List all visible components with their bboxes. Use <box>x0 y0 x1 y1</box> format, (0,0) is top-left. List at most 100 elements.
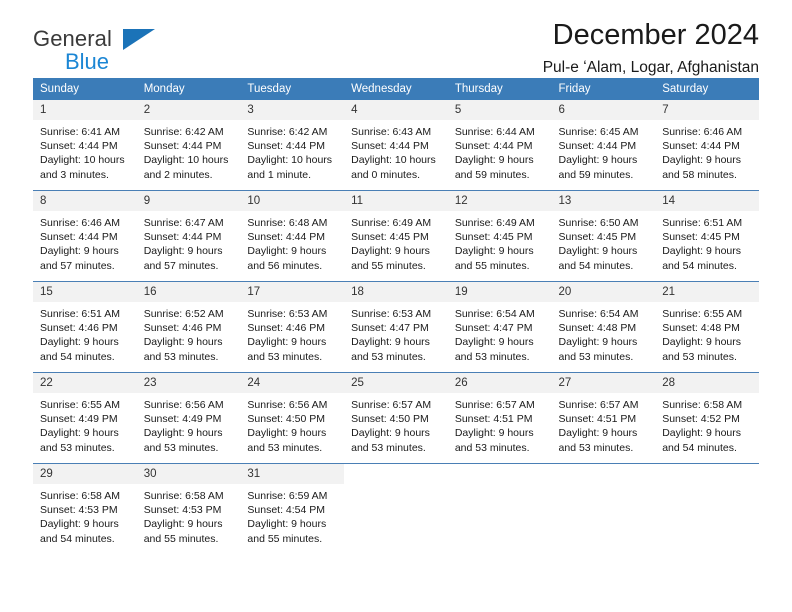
calendar-day-cell[interactable]: 18 Sunrise: 6:53 AM Sunset: 4:47 PM Dayligh… <box>344 281 448 373</box>
sunrise-text: Sunrise: 6:57 AM <box>558 399 639 411</box>
day-number: 25 <box>344 373 448 393</box>
daylight-text: Daylight: 10 hours and 1 minute. <box>247 154 333 181</box>
calendar-day-cell[interactable]: 23 Sunrise: 6:56 AM Sunset: 4:49 PM Dayligh… <box>136 372 241 464</box>
calendar-day-cell[interactable]: 10 Sunrise: 6:48 AM Sunset: 4:44 PM Dayligh… <box>240 190 345 282</box>
sunrise-text: Sunrise: 6:50 AM <box>558 217 639 229</box>
day-number: 24 <box>240 373 345 393</box>
calendar-day-cell[interactable]: 30 Sunrise: 6:58 AM Sunset: 4:53 PM Dayligh… <box>136 463 241 554</box>
calendar-day-cell[interactable]: 14 Sunrise: 6:51 AM Sunset: 4:45 PM Dayligh… <box>655 190 759 282</box>
calendar-day-cell[interactable]: 21 Sunrise: 6:55 AM Sunset: 4:48 PM Dayligh… <box>655 281 759 373</box>
calendar-day-cell[interactable]: 29 Sunrise: 6:58 AM Sunset: 4:53 PM Dayligh… <box>33 463 137 554</box>
daylight-text: Daylight: 9 hours and 53 minutes. <box>351 336 430 363</box>
day-number: 26 <box>447 373 552 393</box>
sunset-text: Sunset: 4:44 PM <box>454 140 533 153</box>
day-number: 23 <box>136 373 241 393</box>
calendar-day-cell[interactable]: 17 Sunrise: 6:53 AM Sunset: 4:46 PM Dayligh… <box>240 281 345 373</box>
calendar-day-cell[interactable]: 3 Sunrise: 6:42 AM Sunset: 4:44 PM Daylight… <box>240 100 345 191</box>
sunset-text: Sunset: 4:44 PM <box>143 231 222 244</box>
calendar-day-cell[interactable]: 25 Sunrise: 6:57 AM Sunset: 4:50 PM Dayligh… <box>344 372 448 464</box>
calendar-day-cell[interactable]: 12 Sunrise: 6:49 AM Sunset: 4:45 PM Dayligh… <box>447 190 552 282</box>
day-number <box>552 464 656 484</box>
day-number: 13 <box>551 191 656 211</box>
day-info: Sunrise: 6:58 AM Sunset: 4:52 PM Daylight:… <box>655 393 759 455</box>
day-info: Sunrise: 6:53 AM Sunset: 4:47 PM Daylight:… <box>344 302 448 364</box>
calendar-day-cell[interactable]: 13 Sunrise: 6:50 AM Sunset: 4:45 PM Dayligh… <box>551 190 656 282</box>
sunset-text: Sunset: 4:44 PM <box>558 140 637 153</box>
sunset-text: Sunset: 4:53 PM <box>143 504 222 517</box>
sunrise-text: Sunrise: 6:52 AM <box>143 308 224 320</box>
calendar-page: General Blue December 2024 Pul-e ʻAlam, … <box>0 0 792 612</box>
day-cell-inner: 12 Sunrise: 6:49 AM Sunset: 4:45 PM Dayligh… <box>447 191 552 280</box>
sunrise-text: Sunrise: 6:53 AM <box>247 308 328 320</box>
calendar-day-cell[interactable]: 26 Sunrise: 6:57 AM Sunset: 4:51 PM Dayligh… <box>447 372 552 464</box>
calendar-day-cell[interactable]: 31 Sunrise: 6:59 AM Sunset: 4:54 PM Dayligh… <box>240 463 345 554</box>
page-title: December 2024 <box>552 19 759 51</box>
day-number <box>344 464 448 484</box>
calendar-day-cell[interactable]: 11 Sunrise: 6:49 AM Sunset: 4:45 PM Dayligh… <box>344 190 448 282</box>
calendar-day-cell[interactable]: 19 Sunrise: 6:54 AM Sunset: 4:47 PM Dayligh… <box>447 281 552 373</box>
daylight-text: Daylight: 9 hours and 59 minutes. <box>454 154 534 181</box>
sunset-text: Sunset: 4:48 PM <box>558 322 637 335</box>
daylight-text: Daylight: 9 hours and 57 minutes. <box>40 245 119 272</box>
calendar-day-cell[interactable]: 28 Sunrise: 6:58 AM Sunset: 4:52 PM Dayligh… <box>655 372 759 464</box>
page-subtitle: Pul-e ʻAlam, Logar, Afghanistan <box>542 59 759 76</box>
sunset-text: Sunset: 4:46 PM <box>247 322 326 335</box>
day-info: Sunrise: 6:56 AM Sunset: 4:49 PM Daylight:… <box>137 393 241 455</box>
calendar-day-cell[interactable]: 4 Sunrise: 6:43 AM Sunset: 4:44 PM Daylight… <box>344 100 448 191</box>
day-info: Sunrise: 6:43 AM Sunset: 4:44 PM Daylight:… <box>344 120 448 182</box>
calendar-day-cell[interactable]: 6 Sunrise: 6:45 AM Sunset: 4:44 PM Daylight… <box>551 100 656 191</box>
day-number <box>655 464 759 484</box>
daylight-text: Daylight: 9 hours and 56 minutes. <box>247 245 327 272</box>
sunrise-text: Sunrise: 6:54 AM <box>558 308 639 320</box>
day-cell-inner <box>448 464 552 553</box>
day-number: 9 <box>136 191 241 211</box>
calendar-day-cell[interactable]: 2 Sunrise: 6:42 AM Sunset: 4:44 PM Daylight… <box>136 100 241 191</box>
weekday-header-thursday: Thursday <box>447 78 552 100</box>
calendar-day-cell[interactable]: 9 Sunrise: 6:47 AM Sunset: 4:44 PM Daylight… <box>136 190 241 282</box>
calendar-day-cell[interactable]: 5 Sunrise: 6:44 AM Sunset: 4:44 PM Daylight… <box>447 100 552 191</box>
calendar-day-cell[interactable]: 7 Sunrise: 6:46 AM Sunset: 4:44 PM Daylight… <box>655 100 759 191</box>
weekday-header-sunday: Sunday <box>33 78 137 100</box>
daylight-text: Daylight: 9 hours and 54 minutes. <box>662 427 742 454</box>
daylight-text: Daylight: 9 hours and 57 minutes. <box>143 245 223 272</box>
day-info: Sunrise: 6:55 AM Sunset: 4:49 PM Daylight:… <box>33 393 137 455</box>
sunset-text: Sunset: 4:44 PM <box>247 231 326 244</box>
calendar-day-cell[interactable]: 24 Sunrise: 6:56 AM Sunset: 4:50 PM Dayligh… <box>240 372 345 464</box>
calendar-day-cell[interactable]: 22 Sunrise: 6:55 AM Sunset: 4:49 PM Dayligh… <box>33 372 137 464</box>
day-number: 17 <box>240 282 345 302</box>
day-info: Sunrise: 6:48 AM Sunset: 4:44 PM Daylight:… <box>240 211 344 273</box>
day-number: 2 <box>136 100 241 120</box>
page-header: General Blue December 2024 Pul-e ʻAlam, … <box>33 0 759 78</box>
day-cell-inner <box>655 464 759 553</box>
day-info: Sunrise: 6:53 AM Sunset: 4:46 PM Daylight:… <box>240 302 344 364</box>
day-cell-inner: 13 Sunrise: 6:50 AM Sunset: 4:45 PM Dayligh… <box>551 191 656 280</box>
daylight-text: Daylight: 10 hours and 0 minutes. <box>351 154 436 181</box>
day-cell-inner: 21 Sunrise: 6:55 AM Sunset: 4:48 PM Dayligh… <box>655 282 759 371</box>
day-cell-inner: 20 Sunrise: 6:54 AM Sunset: 4:48 PM Dayligh… <box>551 282 656 371</box>
sunset-text: Sunset: 4:51 PM <box>558 413 637 426</box>
sunrise-text: Sunrise: 6:56 AM <box>247 399 328 411</box>
weekday-header-saturday: Saturday <box>655 78 759 100</box>
calendar-day-cell[interactable]: 27 Sunrise: 6:57 AM Sunset: 4:51 PM Dayligh… <box>551 372 656 464</box>
sunset-text: Sunset: 4:49 PM <box>143 413 222 426</box>
calendar-day-cell[interactable]: 15 Sunrise: 6:51 AM Sunset: 4:46 PM Dayligh… <box>33 281 137 373</box>
calendar-day-cell[interactable]: 20 Sunrise: 6:54 AM Sunset: 4:48 PM Dayligh… <box>551 281 656 373</box>
daylight-text: Daylight: 9 hours and 55 minutes. <box>247 518 327 545</box>
calendar-day-cell[interactable]: 1 Sunrise: 6:41 AM Sunset: 4:44 PM Daylight… <box>33 100 137 191</box>
title-block: December 2024 Pul-e ʻAlam, Logar, Afghan… <box>543 18 759 79</box>
calendar-day-cell[interactable]: 16 Sunrise: 6:52 AM Sunset: 4:46 PM Dayligh… <box>136 281 241 373</box>
day-number: 3 <box>240 100 345 120</box>
day-cell-inner: 5 Sunrise: 6:44 AM Sunset: 4:44 PM Daylight… <box>447 100 552 189</box>
day-cell-inner: 28 Sunrise: 6:58 AM Sunset: 4:52 PM Dayligh… <box>655 373 759 462</box>
sunset-text: Sunset: 4:51 PM <box>454 413 533 426</box>
day-cell-inner: 24 Sunrise: 6:56 AM Sunset: 4:50 PM Dayligh… <box>240 373 345 462</box>
daylight-text: Daylight: 9 hours and 54 minutes. <box>662 245 742 272</box>
day-number: 15 <box>33 282 137 302</box>
daylight-text: Daylight: 9 hours and 53 minutes. <box>662 336 742 363</box>
daylight-text: Daylight: 9 hours and 53 minutes. <box>558 427 638 454</box>
sunrise-text: Sunrise: 6:42 AM <box>143 126 224 138</box>
day-number: 20 <box>551 282 656 302</box>
calendar-day-cell[interactable]: 8 Sunrise: 6:46 AM Sunset: 4:44 PM Daylight… <box>33 190 137 282</box>
calendar-week-row: 15 Sunrise: 6:51 AM Sunset: 4:46 PM Dayligh… <box>33 281 759 373</box>
sunset-text: Sunset: 4:45 PM <box>558 231 637 244</box>
